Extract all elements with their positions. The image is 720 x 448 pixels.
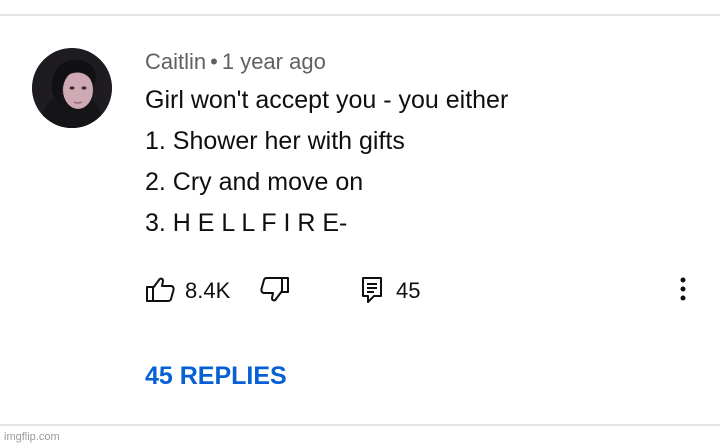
comment-text-line: Girl won't accept you - you either: [145, 86, 509, 114]
comment-icon[interactable]: [360, 274, 392, 311]
bottom-divider: [0, 424, 720, 426]
like-count: 8.4K: [185, 278, 231, 303]
more-vertical-icon[interactable]: [671, 274, 695, 311]
author-name[interactable]: Caitlin: [145, 49, 206, 74]
top-divider: [0, 14, 720, 16]
comment-text-line: 1. Shower her with gifts: [145, 127, 405, 155]
comment-actions: 8.4K 45: [145, 274, 705, 306]
view-replies-button[interactable]: 45 REPLIES: [145, 362, 287, 391]
comment-meta: Caitlin • 1 year ago: [145, 49, 326, 75]
avatar[interactable]: [32, 48, 112, 128]
comment-text-line: 3. H E L L F I R E-: [145, 209, 348, 237]
avatar-image: [32, 48, 112, 128]
comment-text-line: 2. Cry and move on: [145, 168, 364, 196]
imgflip-watermark: imgflip.com: [4, 431, 60, 443]
comment-timestamp[interactable]: 1 year ago: [222, 49, 326, 74]
reply-count: 45: [396, 278, 421, 303]
meta-separator: •: [210, 49, 218, 74]
thumbs-down-icon[interactable]: [258, 274, 290, 311]
thumbs-up-icon[interactable]: [145, 274, 177, 311]
